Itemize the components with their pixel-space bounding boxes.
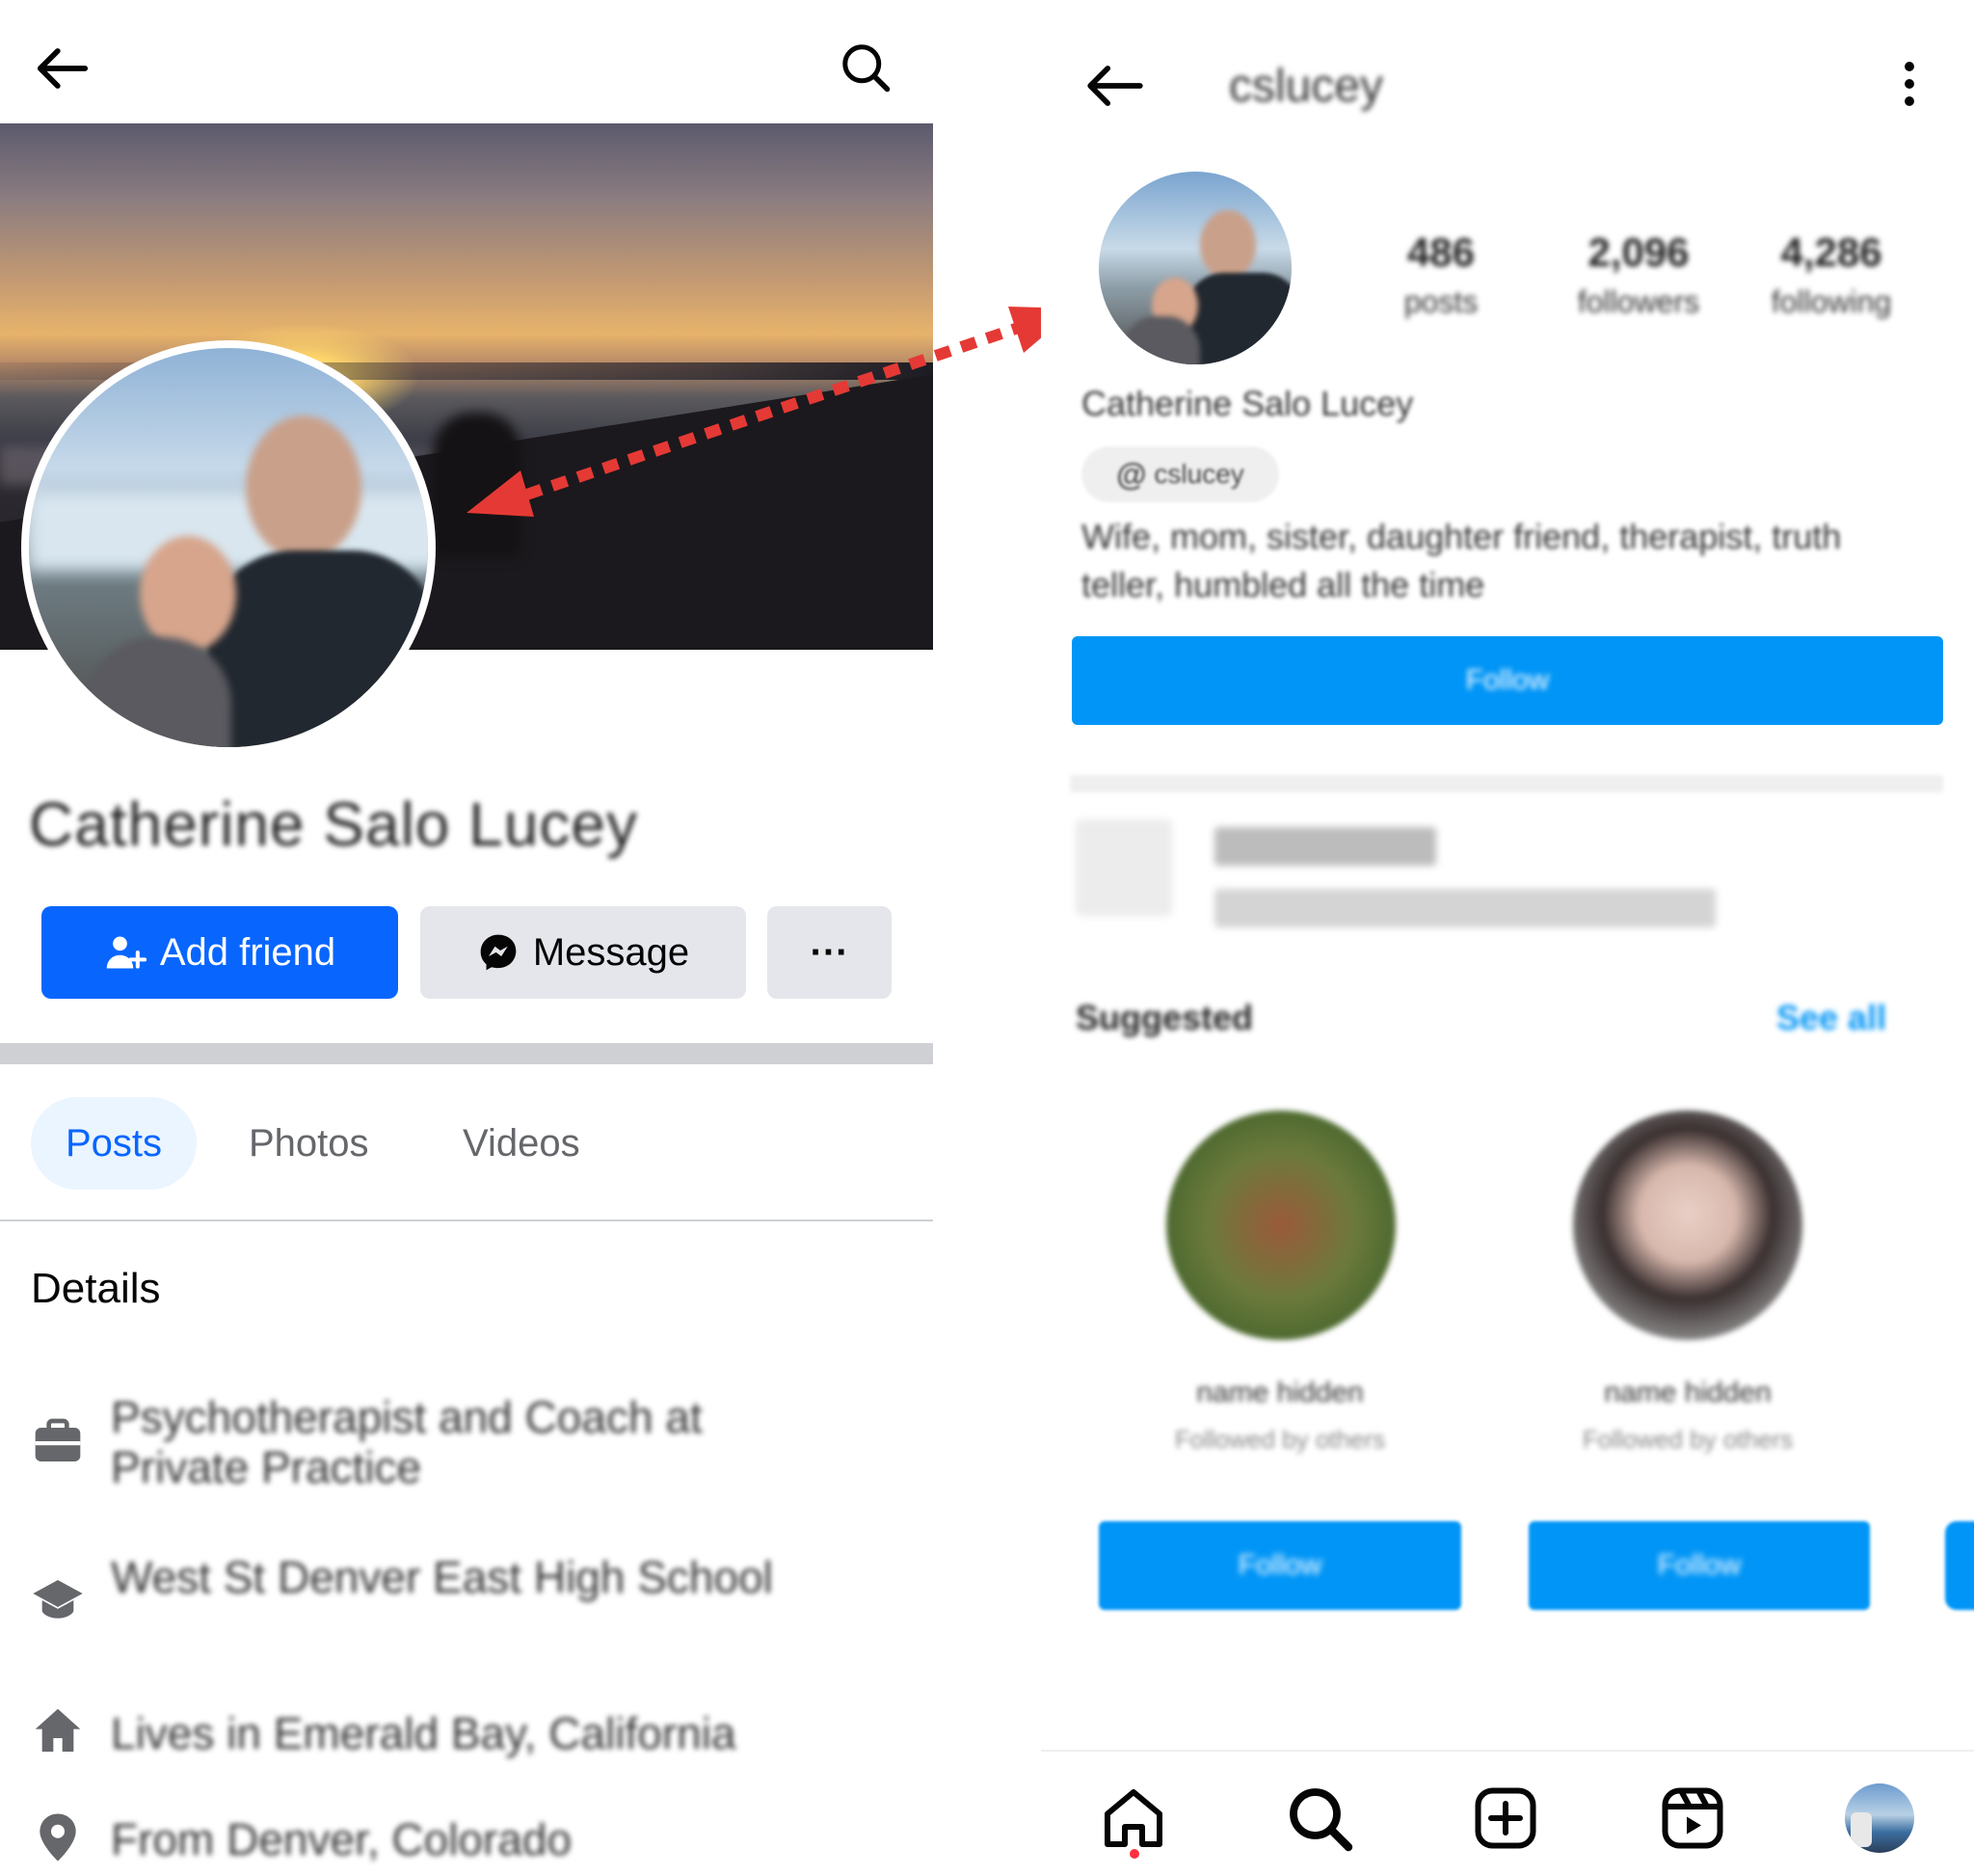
blurred-text-line (1214, 889, 1716, 927)
home-icon[interactable] (1099, 1783, 1168, 1853)
briefcase-icon (35, 1418, 81, 1461)
facebook-profile-screen: Catherine Salo Lucey Add friend Message … (0, 0, 933, 1876)
tab-videos-label: Videos (463, 1121, 580, 1165)
tab-posts-label: Posts (65, 1121, 163, 1165)
message-button[interactable]: Message (420, 906, 746, 999)
location-pin-icon (40, 1813, 76, 1862)
arrowhead-left (467, 470, 534, 517)
username: cslucey (1229, 61, 1384, 112)
photo-shirt (1186, 273, 1292, 364)
profile-photo[interactable] (1099, 172, 1292, 364)
full-name: Catherine Salo Lucey (1081, 384, 1414, 423)
notification-dot (1130, 1849, 1139, 1859)
blurred-text-line (1214, 827, 1436, 866)
tab-photos-label: Photos (249, 1121, 369, 1165)
tabs-divider (0, 1219, 933, 1221)
photo-face-man (1200, 210, 1256, 280)
bottom-nav-divider (1041, 1750, 1974, 1752)
add-friend-label: Add friend (159, 930, 336, 974)
add-friend-button[interactable]: Add friend (41, 906, 398, 999)
suggestion-follow-button-partial[interactable] (1945, 1521, 1974, 1610)
detail-from: From Denver, Colorado (111, 1814, 573, 1864)
graduation-cap-icon (33, 1580, 83, 1619)
avatar-detail (1851, 1812, 1872, 1847)
create-icon[interactable] (1471, 1783, 1540, 1853)
profile-photo[interactable] (21, 340, 436, 755)
tab-videos[interactable]: Videos (463, 1097, 580, 1190)
follow-label: Follow (1465, 664, 1550, 696)
threads-badge[interactable]: @ cslucey (1081, 446, 1279, 502)
suggestion-name: name hidden (1196, 1377, 1364, 1408)
home-icon (35, 1708, 81, 1752)
back-arrow-icon[interactable] (33, 39, 93, 98)
photo-jacket (87, 637, 231, 747)
suggestion-subtitle: Followed by others (1174, 1425, 1386, 1454)
photo-face-man (246, 415, 361, 560)
instagram-profile-screen: cslucey 486 posts 2,096 followers 4,286 … (1041, 0, 1974, 1876)
suggestion-follow-label: Follow (1238, 1549, 1322, 1581)
detail-work: Psychotherapist and Coach at Private Pra… (111, 1392, 703, 1492)
suggestion-follow-button[interactable]: Follow (1529, 1521, 1870, 1610)
search-icon[interactable] (1285, 1783, 1354, 1853)
section-divider (0, 1043, 933, 1064)
suggestion-avatar[interactable] (1573, 1111, 1802, 1340)
photo-shirt (207, 550, 428, 747)
threads-icon: @ (1116, 456, 1147, 492)
see-all-link[interactable]: See all (1776, 998, 1886, 1038)
comparison-arrow (467, 307, 1076, 517)
more-vertical-icon[interactable] (1889, 58, 1930, 110)
stat-followers-count[interactable]: 2,096 (1576, 229, 1701, 276)
stat-following-label[interactable]: following (1769, 284, 1894, 320)
blurred-icon (1076, 819, 1172, 916)
stat-following-count[interactable]: 4,286 (1769, 229, 1894, 276)
suggestion-name: name hidden (1604, 1377, 1772, 1408)
suggestion-subtitle: Followed by others (1582, 1425, 1794, 1454)
back-arrow-icon[interactable] (1081, 56, 1149, 116)
suggestion-follow-button[interactable]: Follow (1099, 1521, 1461, 1610)
stat-posts-label: posts (1403, 284, 1479, 319)
profile-name: Catherine Salo Lucey (29, 790, 638, 859)
more-options-label: ··· (810, 930, 849, 974)
photo-face-woman (140, 536, 236, 652)
follow-button[interactable]: Follow (1072, 636, 1943, 725)
bio: Wife, mom, sister, daughter friend, ther… (1081, 517, 1842, 604)
add-person-icon (106, 936, 147, 969)
suggestion-follow-label: Follow (1657, 1549, 1742, 1581)
detail-lives-in: Lives in Emerald Bay, California (111, 1708, 736, 1758)
tab-photos[interactable]: Photos (249, 1097, 369, 1190)
stat-followers-label[interactable]: followers (1576, 284, 1701, 320)
reels-icon[interactable] (1658, 1783, 1727, 1853)
message-label: Message (532, 930, 690, 974)
suggestion-avatar[interactable] (1166, 1111, 1396, 1340)
search-icon[interactable] (837, 39, 894, 96)
threads-handle: cslucey (1154, 459, 1244, 489)
stat-posts-count: 486 (1406, 229, 1476, 275)
messenger-icon (480, 934, 517, 971)
section-divider (1070, 775, 1943, 792)
detail-education: West St Denver East High School (111, 1552, 773, 1602)
tab-posts[interactable]: Posts (31, 1097, 197, 1190)
more-options-button[interactable]: ··· (767, 906, 892, 999)
suggested-heading: Suggested (1076, 998, 1254, 1037)
profile-avatar[interactable] (1845, 1783, 1914, 1853)
details-heading: Details (31, 1265, 161, 1312)
